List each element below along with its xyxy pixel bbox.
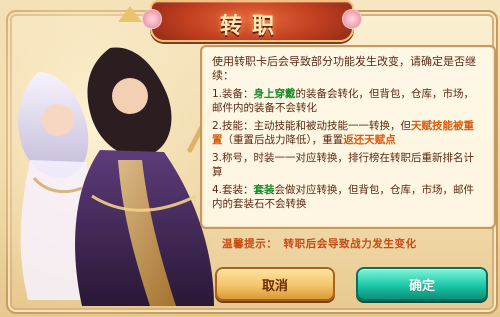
- class-change-dialog: 转职 使用转职卡后会导致部分功能发生改变，请确定是否继续： 1.装备：身上穿戴的…: [0, 0, 500, 317]
- rule-1-highlight: 身上穿戴: [253, 88, 296, 100]
- description-box: 使用转职卡后会导致部分功能发生改变，请确定是否继续： 1.装备：身上穿戴的装备会…: [200, 45, 496, 229]
- tip-text: 转职后会导致战力发生变化: [283, 238, 417, 250]
- confirm-button[interactable]: 确定: [356, 267, 488, 301]
- rule-1-prefix: 1.装备：: [212, 88, 254, 100]
- dialog-title: 转职: [219, 13, 284, 39]
- rule-4-prefix: 4.套装：: [212, 184, 254, 196]
- rule-4-highlight: 套装: [253, 184, 275, 196]
- rule-2-middle: （重置后战力降低），重置: [222, 134, 344, 146]
- intro-text: 使用转职卡后会导致部分功能发生改变，请确定是否继续：: [212, 55, 476, 82]
- tip-label: 温馨提示：: [222, 238, 278, 250]
- cancel-button[interactable]: 取消: [215, 267, 335, 301]
- description-content: 使用转职卡后会导致部分功能发生改变，请确定是否继续： 1.装备：身上穿戴的装备会…: [212, 55, 484, 215]
- rule-item-4: 4.套装：套装会做对应转换，但背包，仓库，市场，邮件内的套装石不会转换: [212, 183, 484, 211]
- title-banner: 转职: [142, 0, 362, 42]
- rule-item-2: 2.技能：主动技能和被动技能一一转换，但天赋技能被重置（重置后战力降低），重置返…: [212, 119, 484, 147]
- rule-2-prefix: 2.技能：主动技能和被动技能一一转换，但: [212, 120, 412, 132]
- rule-item-3: 3.称号，时装一一对应转换，排行榜在转职后重新排名计算: [212, 152, 475, 178]
- rule-item-1: 1.装备：身上穿戴的装备会转化，但背包，仓库，市场，邮件内的装备不会转化: [212, 87, 484, 115]
- warning-tip: 温馨提示： 转职后会导致战力发生变化: [222, 236, 492, 251]
- rule-2-highlight-2: 返还天赋点: [343, 134, 396, 146]
